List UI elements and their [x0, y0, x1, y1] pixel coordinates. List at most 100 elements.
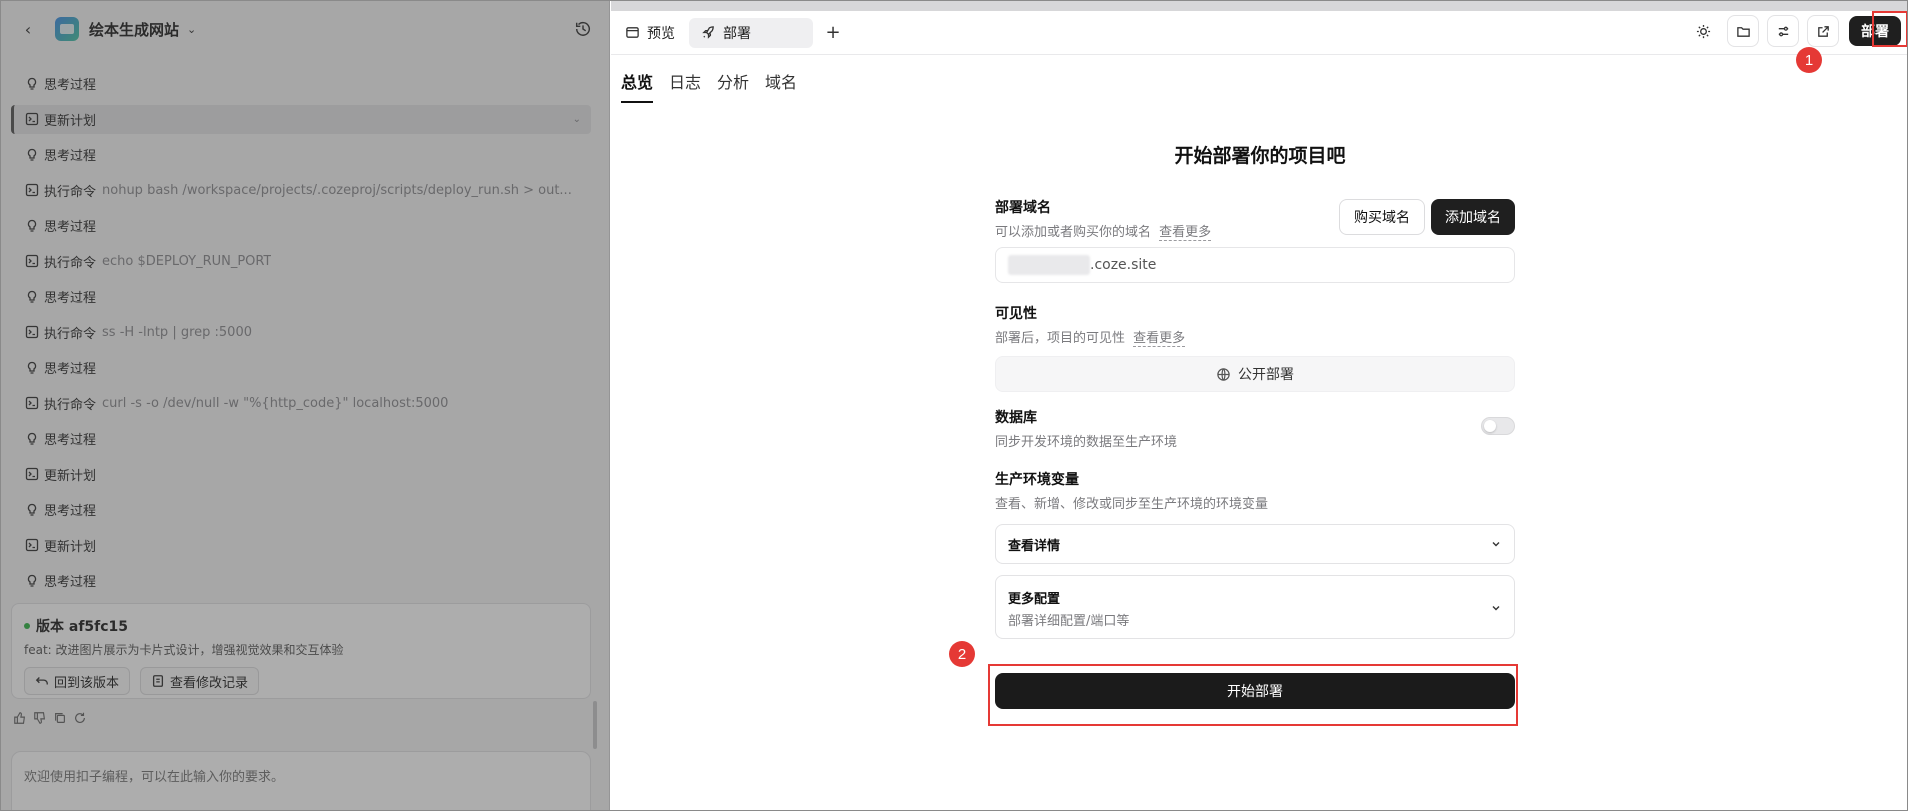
revert-version-button[interactable]: 回到该版本 — [24, 667, 131, 695]
window-icon — [626, 27, 639, 38]
subtab-analytics[interactable]: 分析 — [717, 59, 749, 103]
highlight-box-deploy — [1872, 11, 1907, 47]
terminal-box-icon — [25, 254, 39, 268]
step-item[interactable]: 更新计划 — [11, 531, 591, 560]
step-label: 执行命令 — [44, 184, 97, 200]
step-item[interactable]: 更新计划 ⌄ — [11, 104, 591, 134]
status-dot — [24, 623, 30, 629]
terminal-box-icon — [25, 183, 39, 197]
env-vars-section: 生产环境变量 查看、新增、修改或同步至生产环境的环境变量 查看详情 — [995, 469, 1515, 564]
chevron-down-icon: ⌄ — [572, 113, 581, 125]
view-history-button[interactable]: 查看修改记录 — [140, 667, 260, 695]
step-label: 思考过程 — [44, 575, 97, 590]
step-label: 思考过程 — [44, 78, 97, 93]
step-item[interactable]: 思考过程 — [11, 424, 591, 453]
domain-field[interactable]: .coze.site — [995, 247, 1515, 283]
view-history-label: 查看修改记录 — [170, 675, 249, 691]
subtab-domains[interactable]: 域名 — [765, 59, 797, 103]
folder-button[interactable] — [1727, 15, 1759, 47]
tab-preview[interactable]: 预览 — [613, 18, 687, 48]
step-list: 思考过程 更新计划 ⌄ 思考过程 执行命令 nohup bash /workspace/p… — [11, 69, 591, 602]
toolbar: 部署 — [1687, 15, 1901, 47]
buy-domain-button[interactable]: 购买域名 — [1339, 199, 1425, 235]
step-item[interactable]: 执行命令 curl -s -o /dev/null -w "%{http_code… — [11, 389, 591, 418]
step-item[interactable]: 执行命令 nohup bash /workspace/projects/.coze… — [11, 176, 591, 205]
visibility-section: 可见性 部署后，项目的可见性 查看更多 公开部署 — [995, 303, 1515, 392]
back-arrow-icon[interactable]: ‹ — [19, 20, 37, 39]
tab-deploy[interactable]: 部署 — [689, 17, 813, 48]
more-config-description: 部署详细配置/端口等 — [1008, 614, 1130, 629]
lightbulb-icon — [27, 432, 37, 445]
visibility-select[interactable]: 公开部署 — [995, 356, 1515, 392]
chevron-down-icon — [1492, 542, 1500, 547]
lightbulb-icon — [27, 290, 37, 303]
open-external-button[interactable] — [1807, 15, 1839, 47]
app-title[interactable]: 绘本生成网站 — [89, 19, 179, 40]
app-logo — [55, 17, 79, 41]
step-label: 思考过程 — [44, 291, 97, 306]
step-item[interactable]: 执行命令 ss -H -lntp | grep :5000 — [11, 318, 591, 347]
more-config-dropdown[interactable]: 更多配置 部署详细配置/端口等 — [995, 575, 1515, 639]
step-item[interactable]: 思考过程 — [11, 495, 591, 524]
step-item[interactable]: 更新计划 — [11, 460, 591, 489]
revert-version-label: 回到该版本 — [54, 675, 120, 691]
chat-header: ‹ 绘本生成网站 ⌄ — [1, 1, 610, 57]
more-config-title: 更多配置 — [1008, 592, 1061, 607]
step-item[interactable]: 思考过程 — [11, 353, 591, 382]
version-title: 版本 af5fc15 — [24, 616, 578, 636]
visibility-value: 公开部署 — [1238, 367, 1294, 383]
step-command: nohup bash /workspace/projects/.cozeproj… — [102, 182, 572, 198]
thumbs-up-icon[interactable] — [13, 711, 27, 725]
step-label: 思考过程 — [44, 220, 97, 235]
theme-toggle-button[interactable] — [1687, 15, 1719, 47]
env-details-dropdown[interactable]: 查看详情 — [995, 524, 1515, 564]
chat-panel: ‹ 绘本生成网站 ⌄ 思考过程 更新计划 ⌄ 思考过程 执行命令 nohup bash /… — [1, 1, 610, 810]
add-domain-button[interactable]: 添加域名 — [1431, 199, 1515, 235]
refresh-icon[interactable] — [73, 711, 87, 725]
step-label: 更新计划 — [44, 113, 97, 129]
chat-input[interactable] — [11, 751, 591, 810]
visibility-learn-more-link[interactable]: 查看更多 — [1133, 331, 1186, 347]
add-tab-icon[interactable]: + — [823, 22, 843, 43]
document-icon — [152, 675, 164, 687]
step-command: curl -s -o /dev/null -w "%{http_code}" l… — [102, 395, 449, 411]
lightbulb-icon — [27, 503, 37, 516]
step-item[interactable]: 思考过程 — [11, 282, 591, 311]
subtab-logs[interactable]: 日志 — [669, 59, 701, 103]
lightbulb-icon — [27, 574, 37, 587]
scrollbar-thumb[interactable] — [593, 701, 597, 749]
sub-tabs: 总览 日志 分析 域名 — [621, 59, 797, 103]
step-item[interactable]: 思考过程 — [11, 211, 591, 240]
settings-button[interactable] — [1767, 15, 1799, 47]
chevron-down-icon[interactable]: ⌄ — [187, 23, 196, 36]
undo-icon — [35, 677, 48, 685]
subtab-overview[interactable]: 总览 — [621, 59, 654, 103]
step-label: 思考过程 — [44, 504, 97, 519]
domain-suffix: .coze.site — [1090, 257, 1157, 273]
database-title: 数据库 — [995, 410, 1037, 426]
thumbs-down-icon[interactable] — [33, 711, 47, 725]
step-item[interactable]: 思考过程 — [11, 140, 591, 169]
page-title: 开始部署你的项目吧 — [1174, 145, 1346, 167]
visibility-title: 可见性 — [995, 306, 1037, 322]
deploy-form: 开始部署你的项目吧 部署域名 可以添加或者购买你的域名 查看更多 购买域名 添加… — [995, 141, 1515, 709]
step-label: 执行命令 — [44, 397, 97, 413]
step-label: 执行命令 — [44, 255, 97, 271]
domain-desc-text: 可以添加或者购买你的域名 — [995, 225, 1152, 240]
database-description: 同步开发环境的数据至生产环境 — [995, 435, 1178, 450]
domain-section: 部署域名 可以添加或者购买你的域名 查看更多 购买域名 添加域名 .coze.s… — [995, 197, 1515, 283]
step-item[interactable]: 执行命令 echo $DEPLOY_RUN_PORT — [11, 247, 591, 276]
toggle-knob — [1484, 420, 1496, 432]
domain-learn-more-link[interactable]: 查看更多 — [1159, 225, 1212, 241]
copy-icon[interactable] — [53, 711, 67, 725]
history-icon[interactable] — [574, 20, 592, 38]
step-command: echo $DEPLOY_RUN_PORT — [102, 253, 272, 269]
terminal-box-icon — [25, 325, 39, 339]
version-card: 版本 af5fc15 feat: 改进图片展示为卡片式设计，增强视觉效果和交互体… — [11, 603, 591, 699]
env-details-label: 查看详情 — [1008, 538, 1061, 554]
top-strip — [611, 1, 1907, 11]
step-item[interactable]: 思考过程 — [11, 69, 591, 98]
lightbulb-icon — [27, 148, 37, 161]
database-sync-toggle[interactable] — [1481, 417, 1515, 435]
step-item[interactable]: 思考过程 — [11, 566, 591, 595]
